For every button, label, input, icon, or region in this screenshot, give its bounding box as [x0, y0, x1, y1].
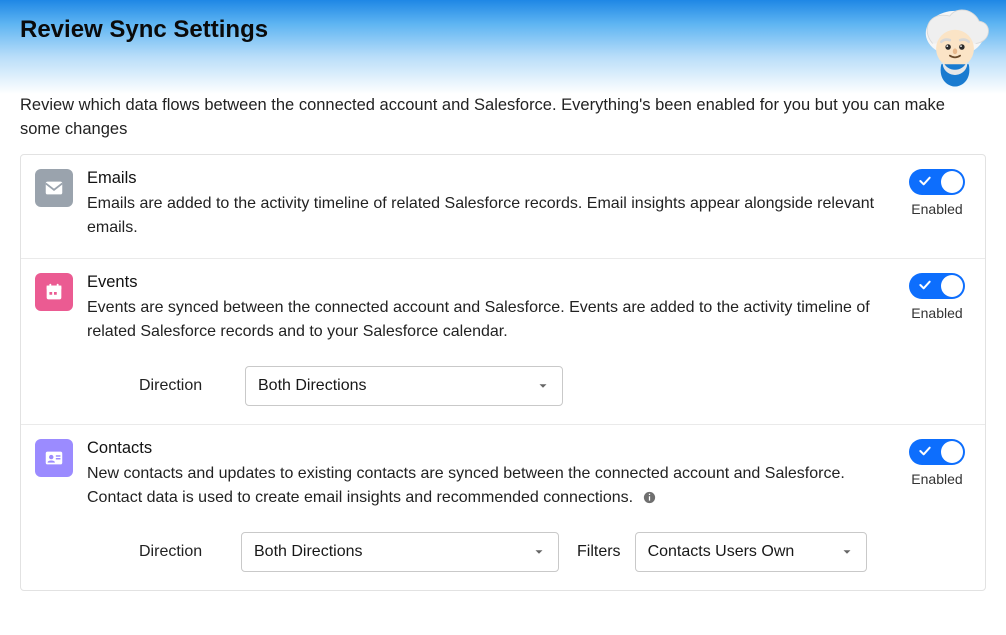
events-direction-value: Both Directions — [258, 377, 367, 395]
contacts-toggle[interactable] — [909, 439, 965, 465]
calendar-icon — [35, 273, 73, 311]
contacts-title: Contacts — [87, 439, 891, 458]
contacts-icon — [35, 439, 73, 477]
contacts-direction-value: Both Directions — [254, 543, 363, 561]
direction-label: Direction — [139, 377, 227, 395]
events-state: Enabled — [911, 305, 962, 321]
direction-label: Direction — [139, 543, 227, 561]
setting-row-events: Events Events are synced between the con… — [21, 259, 985, 425]
contacts-filters-value: Contacts Users Own — [648, 543, 795, 561]
emails-description: Emails are added to the activity timelin… — [87, 192, 891, 240]
intro-text: Review which data flows between the conn… — [0, 94, 1006, 154]
events-description: Events are synced between the connected … — [87, 296, 891, 344]
email-icon — [35, 169, 73, 207]
emails-title: Emails — [87, 169, 891, 188]
page-title: Review Sync Settings — [20, 16, 986, 44]
contacts-direction-select[interactable]: Both Directions — [241, 532, 559, 572]
info-icon[interactable] — [642, 490, 657, 505]
contacts-filters-select[interactable]: Contacts Users Own — [635, 532, 867, 572]
settings-panel: Emails Emails are added to the activity … — [20, 154, 986, 591]
contacts-state: Enabled — [911, 471, 962, 487]
chevron-down-icon — [532, 545, 546, 559]
einstein-mascot — [912, 4, 998, 90]
setting-row-emails: Emails Emails are added to the activity … — [21, 155, 985, 259]
setting-row-contacts: Contacts New contacts and updates to exi… — [21, 425, 985, 590]
emails-state: Enabled — [911, 201, 962, 217]
chevron-down-icon — [536, 379, 550, 393]
events-direction-select[interactable]: Both Directions — [245, 366, 563, 406]
page-header: Review Sync Settings — [0, 0, 1006, 94]
events-toggle[interactable] — [909, 273, 965, 299]
chevron-down-icon — [840, 545, 854, 559]
events-title: Events — [87, 273, 891, 292]
contacts-description: New contacts and updates to existing con… — [87, 462, 891, 510]
emails-toggle[interactable] — [909, 169, 965, 195]
filters-label: Filters — [577, 543, 621, 561]
